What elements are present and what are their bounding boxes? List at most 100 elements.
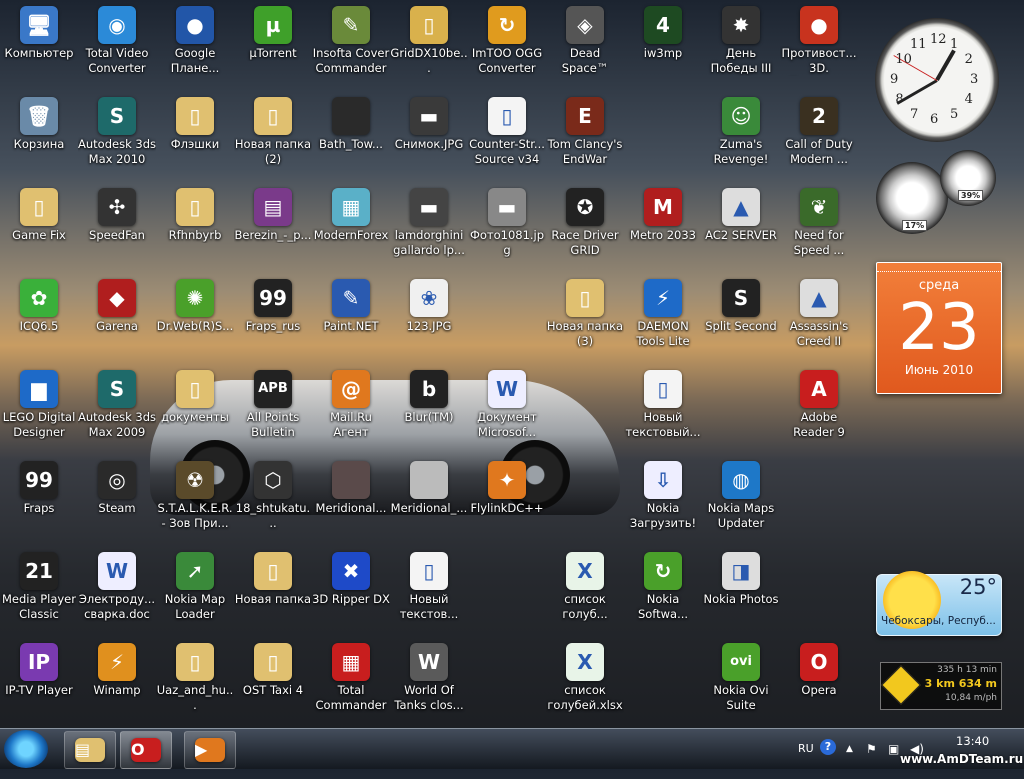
desktop-icon-flylinkdc[interactable]: ✦ FlylinkDC++ [468, 461, 546, 543]
desktop-icon-insofta-cover-commander[interactable]: ✎ Insofta Cover Commander [312, 6, 390, 88]
desktop-icon-new-folder-2[interactable]: ▯ Новая папка (2) [234, 97, 312, 179]
taskbar-opera-button[interactable]: O [120, 731, 172, 769]
flag-icon[interactable]: ⚑ [866, 729, 877, 769]
desktop-icon-3ds-max-2010[interactable]: SAutodesk 3ds Max 2010 3... [78, 97, 156, 179]
desktop-icon-winamp[interactable]: ⚡ Winamp [78, 643, 156, 725]
desktop-icon-fleshki[interactable]: ▯ Флэшки [156, 97, 234, 179]
desktop-icon-ip-tv-player[interactable]: IP IP-TV Player [0, 643, 78, 725]
desktop-icon-lego-digital-designer[interactable]: ▆ LEGO Digital Designer [0, 370, 78, 452]
desktop-icon-counter-strike[interactable]: ▯Counter-Str... Source v34 ... [468, 97, 546, 179]
desktop-icon-meridional-2[interactable]: Meridional_... [390, 461, 468, 543]
desktop-icon-protivostoyanie[interactable]: ●Противост... 3D. Перезаг... [780, 6, 858, 88]
desktop-icon-ost-taxi-4[interactable]: ▯ OST Taxi 4 [234, 643, 312, 725]
desktop-icon-adobe-reader[interactable]: A Adobe Reader 9 [780, 370, 858, 452]
weather-gadget[interactable]: 25° Чебоксары, Респуб... [876, 571, 1002, 636]
desktop-icon-need-for-speed[interactable]: ❦ Need for Speed ... [780, 188, 858, 270]
desktop-icon-split-second[interactable]: S Split Second [702, 279, 780, 361]
desktop-icon-dokument-microsoft[interactable]: W Документ Microsof... [468, 370, 546, 452]
desktop: 🖥 Компьютер ◉ Total Video Converter ● Google … [0, 0, 1024, 728]
desktop-icon-foto1081[interactable]: ▬ Фото1081.jpg [468, 188, 546, 270]
desktop-icon-nokia-zagruzit[interactable]: ⇩ Nokia Загрузить! [624, 461, 702, 543]
desktop-icon-nokia-ovi-suite[interactable]: ovi Nokia Ovi Suite [702, 643, 780, 725]
desktop-icon-elektrodugovaya[interactable]: W Электроду... сварка.doc [78, 552, 156, 634]
desktop-icon-fraps-rus[interactable]: 99 Fraps_rus [234, 279, 312, 361]
desktop-icon-new-folder-3[interactable]: ▯ Новая папка (3) [546, 279, 624, 361]
desktop-icon-icq[interactable]: ✿ ICQ6.5 [0, 279, 78, 361]
clock-number: 7 [910, 106, 919, 122]
language-indicator[interactable]: RU [798, 729, 814, 769]
desktop-icon-bath-tow[interactable]: Bath_Tow... [312, 97, 390, 179]
gps-gadget[interactable]: 335 h 13 min 3 km 634 m 10,84 m/ph [880, 662, 1002, 710]
desktop-icon-nokia-map-loader[interactable]: ➚ Nokia Map Loader [156, 552, 234, 634]
desktop-icon-total-video-converter[interactable]: ◉ Total Video Converter [78, 6, 156, 88]
desktop-icon-race-driver-grid[interactable]: ✪ Race Driver GRID [546, 188, 624, 270]
desktop-icon-dead-space[interactable]: ◈ Dead Space™ [546, 6, 624, 88]
tray-expand-icon[interactable]: ▲ [846, 729, 853, 769]
desktop-icon-media-player-classic[interactable]: 21 Media Player Classic [0, 552, 78, 634]
desktop-icon-nokia-maps-updater[interactable]: ◍ Nokia Maps Updater [702, 461, 780, 543]
desktop-icon-123-jpg[interactable]: ❀ 123.JPG [390, 279, 468, 361]
desktop-icon-18-shtukatu[interactable]: ⬡ 18_shtukatu... [234, 461, 312, 543]
taskbar-media-button[interactable]: ▶ [184, 731, 236, 769]
desktop-icon-rfhnbyrb[interactable]: ▯ Rfhnbyrb [156, 188, 234, 270]
desktop-icon-stalker[interactable]: ☢ S.T.A.L.K.E.R. - Зов При... [156, 461, 234, 543]
help-icon[interactable]: ? [820, 739, 836, 755]
desktop-icon-utorrent[interactable]: µ µTorrent [234, 6, 312, 88]
desktop-icon-modernforex[interactable]: ▦ ModernForex [312, 188, 390, 270]
desktop-icon-all-points-bulletin[interactable]: APB All Points Bulletin [234, 370, 312, 452]
desktop-icon-metro-2033[interactable]: M Metro 2033 [624, 188, 702, 270]
fleshki-icon: ▯ [176, 97, 214, 135]
desktop-icon-total-commander[interactable]: ▦ Total Commander [312, 643, 390, 725]
desktop-icon-world-of-tanks[interactable]: W World Of Tanks clos... [390, 643, 468, 725]
desktop-icon-speedfan[interactable]: ✣ SpeedFan [78, 188, 156, 270]
desktop-icon-tom-clancys-endwar[interactable]: E Tom Clancy's EndWar [546, 97, 624, 179]
desktop-icon-nokia-software[interactable]: ↻ Nokia Softwa... [624, 552, 702, 634]
desktop-icon-berezin[interactable]: ▤ Berezin_-_p... [234, 188, 312, 270]
desktop-icon-zuma-revenge[interactable]: ☺ Zuma's Revenge! [702, 97, 780, 179]
desktop-icon-mailru-agent[interactable]: @ Mail.Ru Агент [312, 370, 390, 452]
desktop-icon-3ds-max-2009[interactable]: SAutodesk 3ds Max 2009 3... [78, 370, 156, 452]
desktop-icon-paint-net[interactable]: ✎ Paint.NET [312, 279, 390, 361]
desktop-icon-uaz-and-hu[interactable]: ▯ Uaz_and_hu... [156, 643, 234, 725]
desktop-icon-garena[interactable]: ◆ Garena [78, 279, 156, 361]
desktop-icon-game-fix[interactable]: ▯ Game Fix [0, 188, 78, 270]
desktop-icon-spisok-golub-xlsx[interactable]: Xсписок голубей.xlsx [546, 643, 624, 725]
desktop-icon-label: Game Fix [12, 228, 66, 242]
desktop-icon-noviy-tekstov[interactable]: ▯ Новый текстов... [390, 552, 468, 634]
fraps-icon: 99 [20, 461, 58, 499]
desktop-icon-nokia-photos[interactable]: ◨ Nokia Photos [702, 552, 780, 634]
desktop-icon-daemon-tools[interactable]: ⚡ DAEMON Tools Lite [624, 279, 702, 361]
desktop-icon-noviy-tekstoviy[interactable]: ▯ Новый текстовый... [624, 370, 702, 452]
desktop-icon-drweb[interactable]: ✺ Dr.Web(R)S... [156, 279, 234, 361]
desktop-icon-label: DAEMON Tools Lite [636, 319, 690, 348]
desktop-icon-computer[interactable]: 🖥 Компьютер [0, 6, 78, 88]
desktop-icon-lamborghini[interactable]: ▬ lamdorghini gallardo lp... [390, 188, 468, 270]
desktop-icon-meridional-1[interactable]: Meridional... [312, 461, 390, 543]
desktop-icon-snimok-jpg[interactable]: ▬ Снимок.JPG [390, 97, 468, 179]
desktop-icon-fraps[interactable]: 99 Fraps [0, 461, 78, 543]
calendar-gadget[interactable]: среда 23 Июнь 2010 [876, 262, 1002, 394]
taskbar-explorer-button[interactable]: ▤ [64, 731, 116, 769]
network-icon[interactable]: ▣ [888, 729, 899, 769]
desktop-icon-blur[interactable]: b Blur(TM) [390, 370, 468, 452]
desktop-icon-assassins-creed-2[interactable]: ▲ Assassin's Creed II [780, 279, 858, 361]
desktop-icon-dokumenty[interactable]: ▯ документы [156, 370, 234, 452]
start-button[interactable] [4, 730, 48, 768]
desktop-icon-recycle-bin[interactable]: 🗑 Корзина [0, 97, 78, 179]
race-driver-grid-icon: ✪ [566, 188, 604, 226]
total-commander-icon: ▦ [332, 643, 370, 681]
desktop-icon-gridx10[interactable]: ▯ GridDX10be... [390, 6, 468, 88]
desktop-icon-opera[interactable]: O Opera [780, 643, 858, 725]
desktop-icon-new-folder[interactable]: ▯ Новая папка [234, 552, 312, 634]
desktop-icon-spisok-golub-1[interactable]: Xсписок голуб... [546, 552, 624, 634]
desktop-icon-call-of-duty[interactable]: 2 Call of Duty Modern ... [780, 97, 858, 179]
desktop-icon-ac2-server[interactable]: ▲ AC2 SERVER [702, 188, 780, 270]
desktop-icon-google-earth[interactable]: ● Google Плане... [156, 6, 234, 88]
recycle-bin-icon: 🗑 [20, 97, 58, 135]
desktop-icon-den-pobedy[interactable]: ✸ День Победы III [702, 6, 780, 88]
desktop-icon-3d-ripper-dx[interactable]: ✖ 3D Ripper DX [312, 552, 390, 634]
clock-gadget[interactable]: 12 1 2 3 4 5 6 7 8 9 10 11 [875, 18, 999, 142]
desktop-icon-iw3mp[interactable]: 4 iw3mp [624, 6, 702, 88]
desktop-icon-imtoo-ogg-converter[interactable]: ↻ ImTOO OGG Converter [468, 6, 546, 88]
desktop-icon-steam[interactable]: ◎ Steam [78, 461, 156, 543]
